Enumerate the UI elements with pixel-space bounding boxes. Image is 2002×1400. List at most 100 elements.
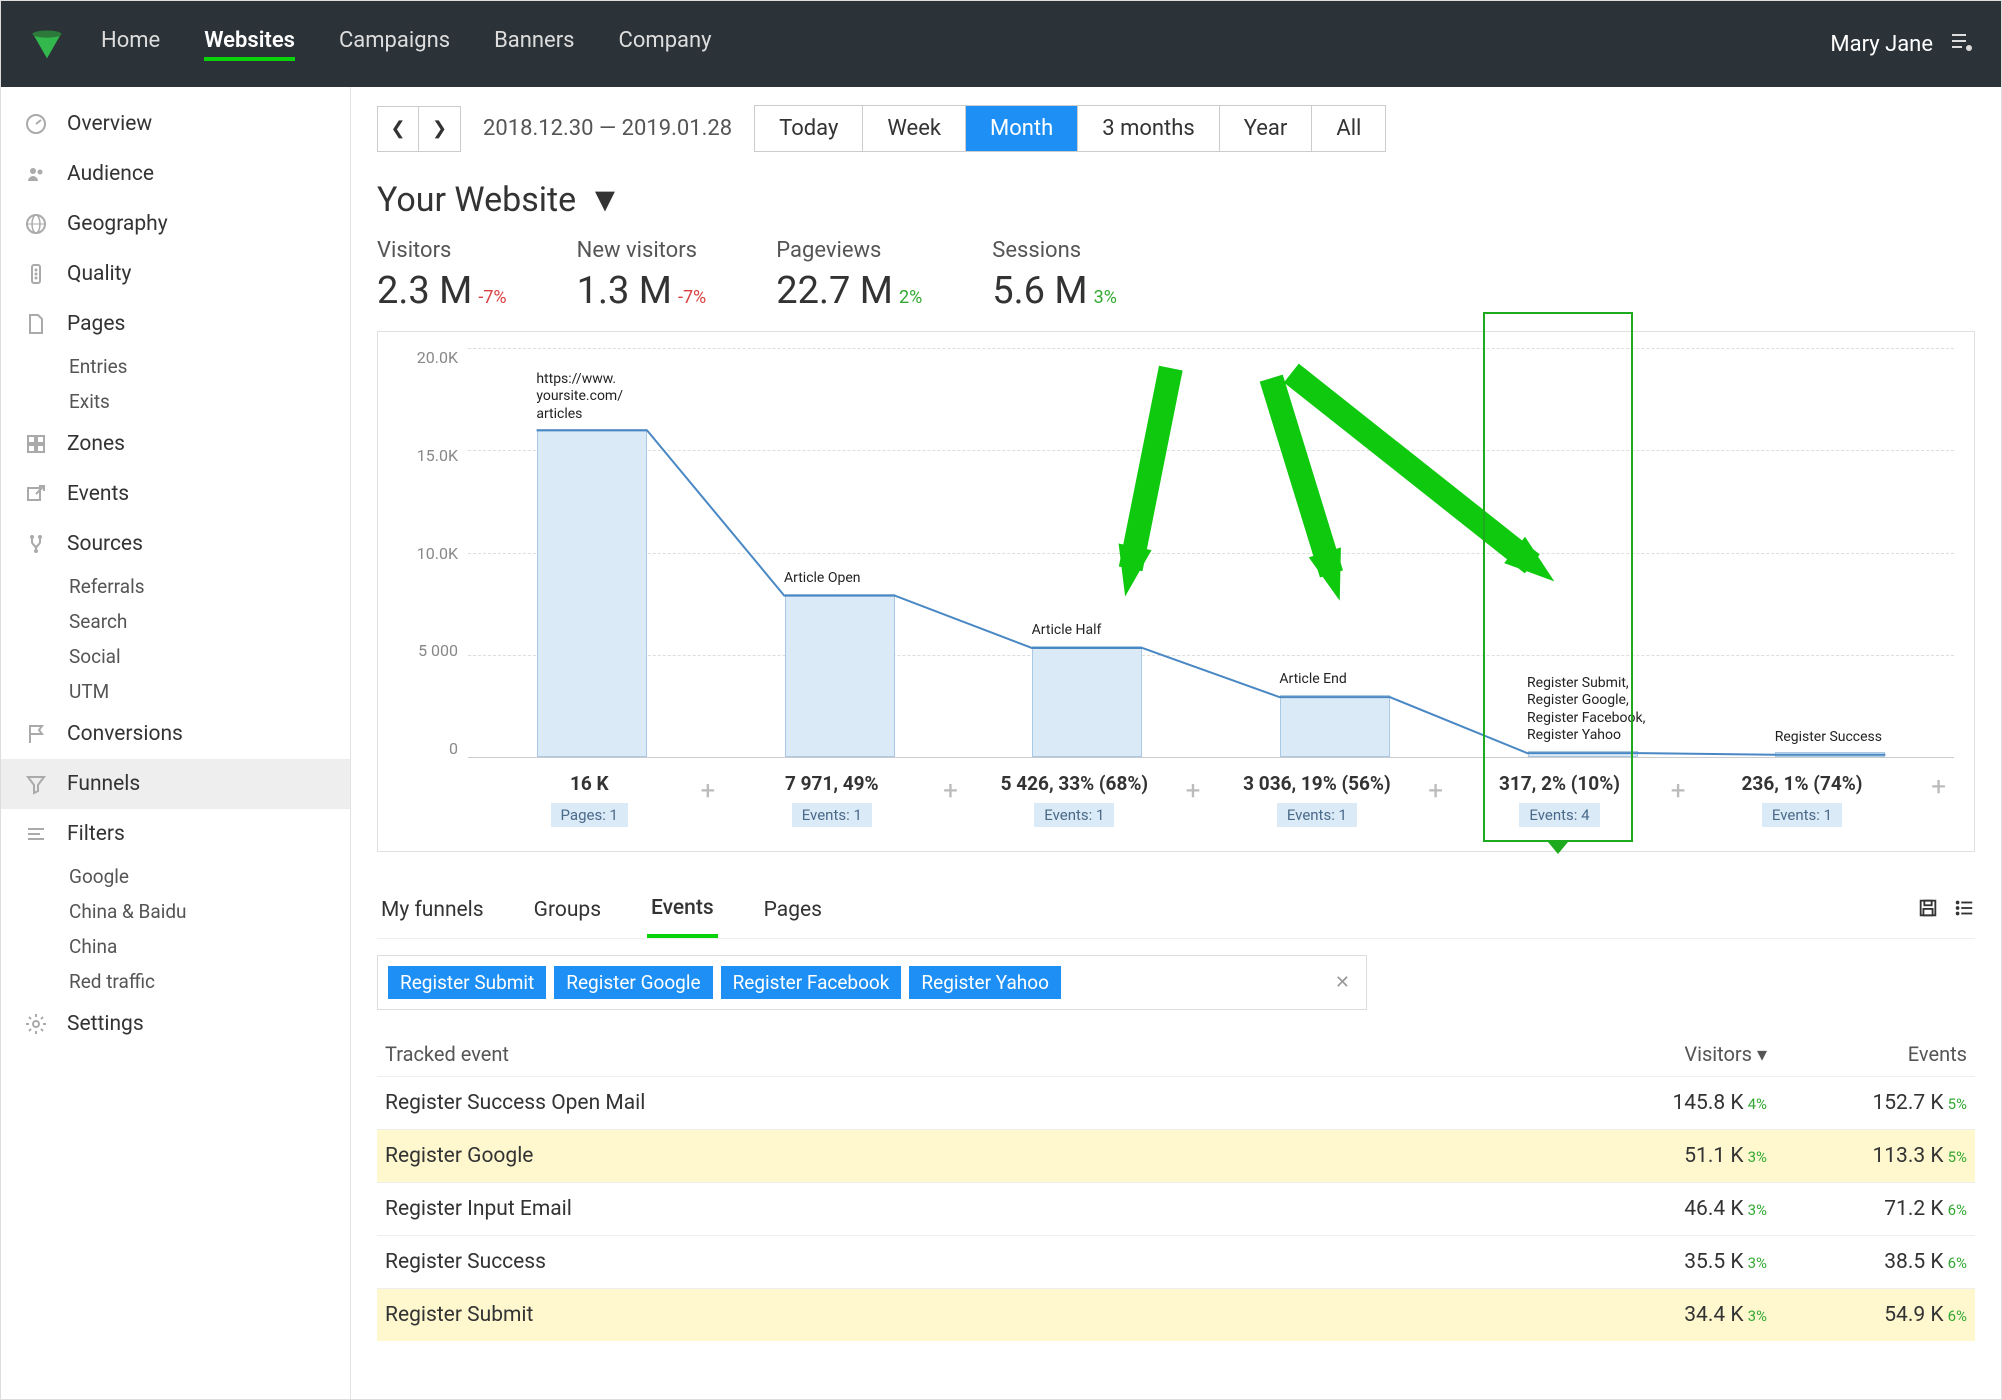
sidebar-sub-referrals[interactable]: Referrals xyxy=(1,569,350,604)
sidebar-item-overview[interactable]: Overview xyxy=(1,99,350,149)
subtab-groups[interactable]: Groups xyxy=(530,886,605,936)
range-tab-year[interactable]: Year xyxy=(1220,106,1313,151)
sidebar-sub-china[interactable]: China xyxy=(1,929,350,964)
filter-tag[interactable]: Register Facebook xyxy=(721,966,902,999)
user-menu-icon[interactable] xyxy=(1949,29,1973,59)
y-axis-labels: 20.0K15.0K10.0K5 0000 xyxy=(398,348,468,758)
site-title-dropdown[interactable]: Your Website ▼ xyxy=(377,180,1975,220)
next-period-button[interactable]: ❯ xyxy=(419,106,461,152)
traffic-icon xyxy=(23,261,49,287)
sidebar-item-filters[interactable]: Filters xyxy=(1,809,350,859)
app-logo xyxy=(29,26,65,62)
sidebar-item-funnels[interactable]: Funnels xyxy=(1,759,350,809)
sidebar-item-settings[interactable]: Settings xyxy=(1,999,350,1049)
funnel-summary-4: +317, 2% (10%)Events: 4 xyxy=(1438,772,1681,827)
stats-row: Visitors2.3 M-7%New visitors1.3 M-7%Page… xyxy=(377,238,1975,313)
range-tab-all[interactable]: All xyxy=(1312,106,1385,151)
funnel-bar-2[interactable]: Article Half xyxy=(963,348,1211,757)
sidebar-item-events[interactable]: Events xyxy=(1,469,350,519)
lines-icon xyxy=(23,821,49,847)
sidebar-item-quality[interactable]: Quality xyxy=(1,249,350,299)
add-step-button[interactable]: + xyxy=(1671,776,1686,806)
subtab-pages[interactable]: Pages xyxy=(760,886,826,936)
sidebar-item-geography[interactable]: Geography xyxy=(1,199,350,249)
topnav-home[interactable]: Home xyxy=(101,28,160,61)
topnav-campaigns[interactable]: Campaigns xyxy=(339,28,450,61)
prev-period-button[interactable]: ❮ xyxy=(377,106,419,152)
table-row[interactable]: Register Google51.1 K3%113.3 K5% xyxy=(377,1129,1975,1182)
sidebar-item-sources[interactable]: Sources xyxy=(1,519,350,569)
funnel-summary-2: +5 426, 33% (68%)Events: 1 xyxy=(953,772,1196,827)
add-step-button[interactable]: + xyxy=(1923,772,1954,827)
funnel-bar-4[interactable]: Register Submit,Register Google,Register… xyxy=(1459,348,1707,757)
table-row[interactable]: Register Input Email46.4 K3%71.2 K6% xyxy=(377,1182,1975,1235)
add-step-button[interactable]: + xyxy=(701,776,716,806)
sidebar-sub-social[interactable]: Social xyxy=(1,639,350,674)
clear-tags-icon[interactable]: ✕ xyxy=(1335,972,1356,993)
save-icon[interactable] xyxy=(1917,897,1939,925)
sidebar-sub-google[interactable]: Google xyxy=(1,859,350,894)
people-icon xyxy=(23,161,49,187)
funnel-bar-0[interactable]: https://www.yoursite.com/articles xyxy=(468,348,716,757)
filter-tags-input[interactable]: Register SubmitRegister Google Register F… xyxy=(377,955,1367,1010)
funnel-bar-1[interactable]: Article Open xyxy=(716,348,964,757)
funnel-summary-row: 16 KPages: 1+7 971, 49%Events: 1+5 426, … xyxy=(398,772,1954,827)
range-tabs: TodayWeekMonth3 monthsYearAll xyxy=(754,105,1386,152)
sub-tabs: My funnels Groups Events Pages xyxy=(377,884,1975,939)
filter-tag[interactable]: Register Google xyxy=(554,966,712,999)
filter-tag[interactable]: Register Yahoo xyxy=(909,966,1061,999)
sidebar-item-conversions[interactable]: Conversions xyxy=(1,709,350,759)
gauge-icon xyxy=(23,111,49,137)
table-row[interactable]: Register Success35.5 K3%38.5 K6% xyxy=(377,1235,1975,1288)
sidebar-sub-search[interactable]: Search xyxy=(1,604,350,639)
sidebar-item-pages[interactable]: Pages xyxy=(1,299,350,349)
range-tab-month[interactable]: Month xyxy=(966,106,1078,151)
range-tab-week[interactable]: Week xyxy=(863,106,966,151)
chart-area: https://www.yoursite.com/articlesArticle… xyxy=(468,348,1954,758)
funnel-bar-5[interactable]: Register Success xyxy=(1706,348,1954,757)
funnel-chart: 20.0K15.0K10.0K5 0000 https://www.yoursi… xyxy=(377,331,1975,852)
funnel-summary-3: +3 036, 19% (56%)Events: 1 xyxy=(1196,772,1439,827)
range-tab-today[interactable]: Today xyxy=(755,106,863,151)
list-icon[interactable] xyxy=(1953,897,1975,925)
subtab-my-funnels[interactable]: My funnels xyxy=(377,886,488,936)
sidebar-sub-entries[interactable]: Entries xyxy=(1,349,350,384)
stat-visitors: Visitors2.3 M-7% xyxy=(377,238,507,313)
flag-icon xyxy=(23,721,49,747)
col-tracked-event[interactable]: Tracked event xyxy=(385,1042,1567,1066)
filter-tag[interactable]: Register Submit xyxy=(388,966,546,999)
topnav-websites[interactable]: Websites xyxy=(204,28,295,61)
sidebar-item-audience[interactable]: Audience xyxy=(1,149,350,199)
sidebar-sub-china-baidu[interactable]: China & Baidu xyxy=(1,894,350,929)
sidebar-sub-red-traffic[interactable]: Red traffic xyxy=(1,964,350,999)
table-row[interactable]: Register Submit34.4 K3%54.9 K6% xyxy=(377,1288,1975,1341)
subtab-events[interactable]: Events xyxy=(647,884,718,938)
col-visitors[interactable]: Visitors ▾ xyxy=(1567,1042,1767,1066)
sidebar-sub-utm[interactable]: UTM xyxy=(1,674,350,709)
sidebar: OverviewAudienceGeographyQualityPagesEnt… xyxy=(1,87,351,1399)
sort-desc-icon: ▾ xyxy=(1757,1042,1767,1066)
col-events[interactable]: Events xyxy=(1767,1042,1967,1066)
sidebar-sub-exits[interactable]: Exits xyxy=(1,384,350,419)
funnel-icon xyxy=(23,771,49,797)
topnav-company[interactable]: Company xyxy=(619,28,712,61)
date-range[interactable]: 2018.12.30 — 2019.01.28 xyxy=(461,116,754,141)
top-nav: Home Websites Campaigns Banners Company Mary… xyxy=(1,1,2001,87)
add-step-button[interactable]: + xyxy=(1186,776,1201,806)
branch-icon xyxy=(23,531,49,557)
user-name[interactable]: Mary Jane xyxy=(1830,32,1933,57)
gear-icon xyxy=(23,1011,49,1037)
arrow-out-icon xyxy=(23,481,49,507)
stat-sessions: Sessions5.6 M3% xyxy=(992,238,1117,313)
add-step-button[interactable]: + xyxy=(1428,776,1443,806)
funnel-summary-0: 16 KPages: 1 xyxy=(468,772,711,827)
topnav-banners[interactable]: Banners xyxy=(494,28,574,61)
range-tab-3-months[interactable]: 3 months xyxy=(1078,106,1219,151)
add-step-button[interactable]: + xyxy=(943,776,958,806)
sidebar-item-zones[interactable]: Zones xyxy=(1,419,350,469)
funnel-bar-3[interactable]: Article End xyxy=(1211,348,1459,757)
funnel-summary-1: +7 971, 49%Events: 1 xyxy=(711,772,954,827)
table-header: Tracked event Visitors ▾ Events xyxy=(377,1032,1975,1076)
funnel-summary-5: +236, 1% (74%)Events: 1 xyxy=(1681,772,1924,827)
table-row[interactable]: Register Success Open Mail145.8 K4%152.7… xyxy=(377,1076,1975,1129)
